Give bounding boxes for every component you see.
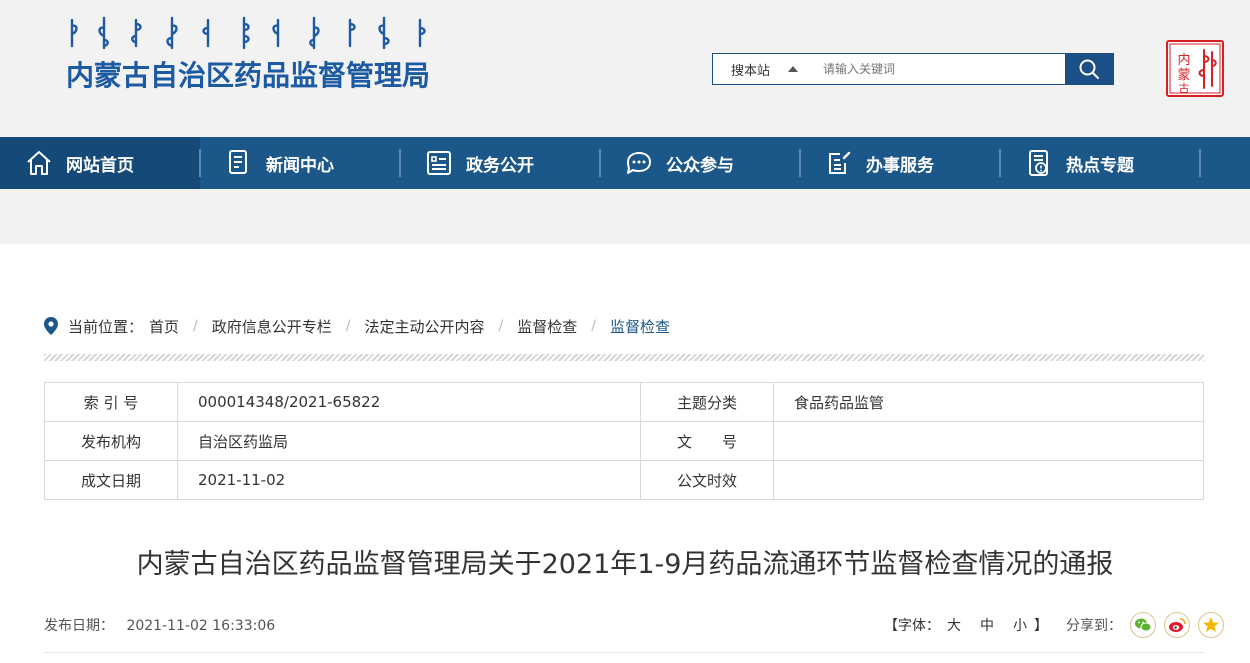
nav-item-news[interactable]: 新闻中心 — [200, 137, 401, 189]
search-scope-label: 搜本站 — [731, 63, 771, 79]
breadcrumb-home[interactable]: 首页 — [149, 316, 179, 337]
nav-item-gov-affairs[interactable]: 政务公开 — [400, 137, 601, 189]
svg-text:内: 内 — [1177, 52, 1190, 68]
validity-label: 公文时效 — [640, 460, 774, 500]
font-large-button[interactable]: 大 — [947, 615, 961, 635]
font-small-button[interactable]: 小 — [1013, 615, 1027, 635]
main-nav: 网站首页 新闻中心 政务公开 公众参与 办事服务 热点专题 — [0, 137, 1250, 189]
issuer-value: 自治区药监局 — [177, 421, 641, 461]
caret-up-icon — [788, 66, 799, 72]
topic-value: 食品药品监管 — [773, 382, 1204, 422]
index-value: 000014348/2021-65822 — [177, 382, 641, 422]
breadcrumb-public-content[interactable]: 法定主动公开内容 — [364, 316, 484, 337]
document-meta-table: 索 引 号 000014348/2021-65822 主题分类 食品药品监管 发… — [44, 382, 1204, 500]
site-title[interactable]: 内蒙古自治区药品监督管理局 — [66, 54, 430, 94]
nav-item-label: 政务公开 — [466, 155, 534, 176]
share-label: 分享到： — [1066, 618, 1122, 634]
location-pin-icon — [44, 317, 58, 335]
star-icon — [1203, 617, 1219, 632]
breadcrumb: 当前位置： 首页 / 政府信息公开专栏 / 法定主动公开内容 / 监督检查 / … — [44, 316, 670, 336]
breadcrumb-prefix: 当前位置： — [68, 317, 144, 336]
breadcrumb-inspection[interactable]: 监督检查 — [517, 316, 577, 337]
weibo-share-button[interactable] — [1164, 612, 1190, 638]
search-box: 搜本站 — [712, 53, 1114, 85]
wechat-icon — [1135, 618, 1152, 632]
news-icon — [224, 148, 254, 178]
search-input[interactable] — [813, 54, 1065, 84]
seal-logo: 内 蒙 古 — [1166, 40, 1224, 97]
alert-file-icon — [1024, 148, 1054, 178]
breadcrumb-gov-info[interactable]: 政府信息公开专栏 — [212, 316, 332, 337]
nav-item-services[interactable]: 办事服务 — [800, 137, 1001, 189]
nav-item-label: 办事服务 — [866, 155, 934, 176]
table-row: 成文日期 2021-11-02 公文时效 — [44, 460, 1204, 500]
breadcrumb-current[interactable]: 监督检查 — [610, 316, 670, 337]
nav-item-topics[interactable]: 热点专题 — [1000, 137, 1201, 189]
hatched-divider — [44, 354, 1204, 361]
breadcrumb-separator: / — [498, 318, 504, 334]
article-title: 内蒙古自治区药品监督管理局关于2021年1-9月药品流通环节监督检查情况的通报 — [136, 549, 1114, 580]
nav-item-participation[interactable]: 公众参与 — [600, 137, 801, 189]
search-icon — [1079, 59, 1099, 79]
font-size-prefix: 【字体： — [884, 618, 940, 634]
font-size-suffix: 】 — [1034, 618, 1048, 634]
docno-label: 文 号 — [640, 421, 774, 461]
docno-value — [773, 421, 1204, 461]
edit-form-icon — [824, 148, 854, 178]
search-scope-dropdown[interactable]: 搜本站 — [713, 54, 813, 84]
qzone-share-button[interactable] — [1198, 612, 1224, 638]
svg-text:古: 古 — [1179, 82, 1190, 95]
topic-label: 主题分类 — [640, 382, 774, 422]
nav-item-home[interactable]: 网站首页 — [0, 137, 201, 189]
mongolian-script-logo — [70, 16, 426, 50]
table-row: 发布机构 自治区药监局 文 号 — [44, 421, 1204, 461]
chat-icon — [624, 148, 654, 178]
publish-date: 2021-11-02 16:33:06 — [126, 618, 276, 634]
validity-value — [773, 460, 1204, 500]
nav-item-label: 热点专题 — [1066, 155, 1134, 176]
table-row: 索 引 号 000014348/2021-65822 主题分类 食品药品监管 — [44, 382, 1204, 422]
date-label: 成文日期 — [44, 460, 178, 500]
nav-item-label: 新闻中心 — [266, 155, 334, 176]
search-button[interactable] — [1065, 54, 1113, 84]
breadcrumb-separator: / — [193, 318, 198, 334]
gray-banner — [0, 189, 1250, 244]
svg-text:蒙: 蒙 — [1177, 68, 1190, 83]
publish-info: 发布日期： 2021-11-02 16:33:06 — [44, 615, 275, 635]
weibo-icon — [1169, 618, 1186, 632]
wechat-share-button[interactable] — [1130, 612, 1156, 638]
breadcrumb-separator: / — [345, 318, 351, 334]
index-label: 索 引 号 — [44, 382, 178, 422]
article-tools: 【字体： 大 中 小 】 分享到： — [884, 612, 1224, 638]
date-value: 2021-11-02 — [177, 460, 641, 500]
nav-divider — [1199, 149, 1201, 177]
publish-label: 发布日期： — [44, 618, 114, 634]
issuer-label: 发布机构 — [44, 421, 178, 461]
font-medium-button[interactable]: 中 — [980, 615, 994, 635]
home-icon — [24, 148, 54, 178]
site-header: 内蒙古自治区药品监督管理局 搜本站 内 蒙 古 — [0, 0, 1250, 137]
divider-line — [44, 652, 1204, 653]
document-list-icon — [424, 148, 454, 178]
breadcrumb-separator: / — [591, 318, 596, 334]
nav-item-label: 网站首页 — [66, 155, 134, 176]
nav-item-label: 公众参与 — [666, 155, 734, 176]
